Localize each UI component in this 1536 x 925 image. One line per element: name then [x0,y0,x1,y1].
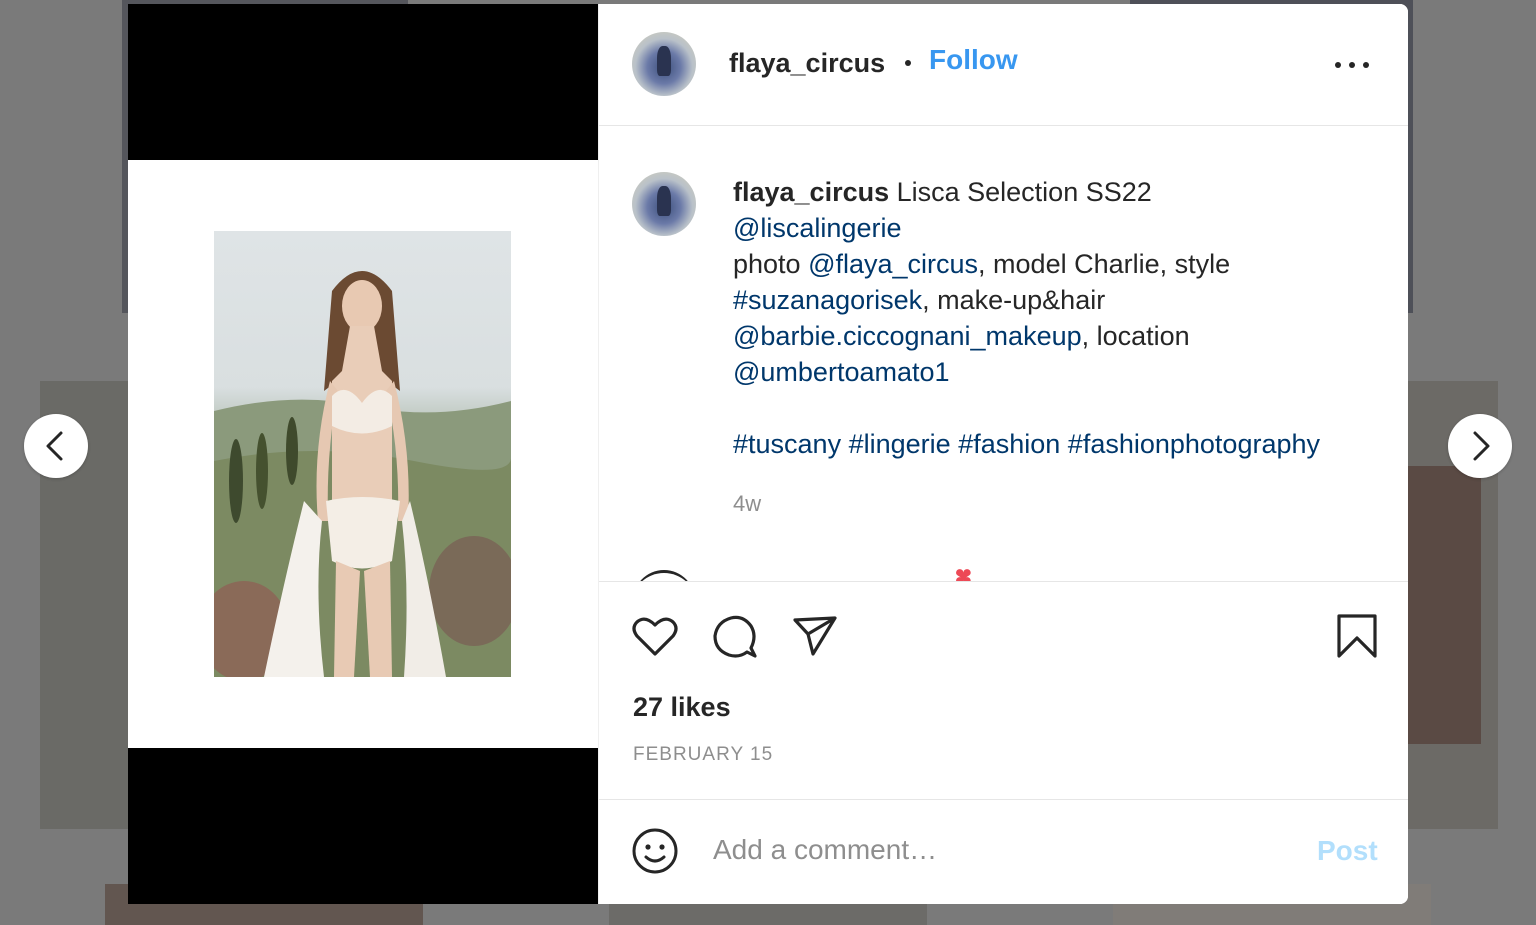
hashtag-link[interactable]: #fashion [958,429,1060,459]
post-actions: 27 likes FEBRUARY 15 [599,581,1408,800]
heart-emoji: ❤❤ [955,565,972,581]
avatar-figure [657,46,671,76]
save-button[interactable] [1335,612,1379,665]
avatar[interactable] [632,32,696,96]
hashtag-link[interactable]: #tuscany [733,429,841,459]
post-caption: flaya_circus Lisca Selection SS22 @lisca… [733,174,1383,462]
mention-link[interactable]: @liscalingerie [733,213,901,243]
background-tile [1408,466,1481,744]
caption-text: , make-up&hair [922,285,1106,315]
separator-dot [905,60,911,66]
likes-count[interactable]: 27 likes [633,692,731,723]
mention-link[interactable]: @umbertoamato1 [733,357,950,387]
mention-link[interactable]: @flaya_circus [808,249,978,279]
post-header: flaya_circus Follow [599,4,1408,126]
caption-username[interactable]: flaya_circus [733,177,889,207]
like-button[interactable] [631,612,679,665]
share-button[interactable] [791,612,839,665]
heart-icon [632,617,678,656]
chevron-left-icon [46,431,63,461]
next-post-button[interactable] [1448,414,1512,478]
caption-text: Lisca Selection SS22 [889,177,1152,207]
more-horizontal-icon [1363,62,1369,68]
avatar-figure [657,186,671,216]
post-modal: flaya_circus Follow flaya_circus Lisca S… [128,4,1408,904]
more-horizontal-icon [1349,62,1355,68]
emoji-button[interactable] [631,827,679,880]
header-username[interactable]: flaya_circus [729,48,885,79]
post-date: FEBRUARY 15 [633,744,774,765]
post-media [128,4,598,904]
caption-text: , location [1081,321,1190,351]
smiley-icon [632,828,678,874]
follow-button[interactable]: Follow [929,44,1018,76]
previous-post-button[interactable] [24,414,88,478]
comment-input[interactable] [711,829,1275,871]
photo-illustration [214,271,511,677]
more-horizontal-icon [1335,62,1341,68]
next-comment-avatar [632,570,696,581]
hashtag-link[interactable]: #suzanagorisek [733,285,922,315]
caption-avatar[interactable] [632,172,696,236]
comments-section: flaya_circus Lisca Selection SS22 @lisca… [599,126,1408,581]
bookmark-icon [1337,614,1377,658]
post-details-panel: flaya_circus Follow flaya_circus Lisca S… [598,4,1408,904]
post-photo[interactable] [214,231,511,677]
caption-text: photo [733,249,809,279]
add-comment-bar: Post [599,799,1408,904]
post-comment-button[interactable]: Post [1317,835,1378,867]
mention-link[interactable]: @barbie.ciccognani_makeup [733,321,1082,351]
hashtag-link[interactable]: #lingerie [849,429,951,459]
chevron-right-icon [1473,431,1490,461]
more-options-button[interactable] [1335,56,1371,72]
hashtag-link[interactable]: #fashionphotography [1068,429,1320,459]
caption-text: , model Charlie, style [978,249,1231,279]
comment-icon [713,615,757,658]
caption-time: 4w [733,491,762,516]
send-icon [793,616,837,656]
comment-button[interactable] [711,612,759,665]
